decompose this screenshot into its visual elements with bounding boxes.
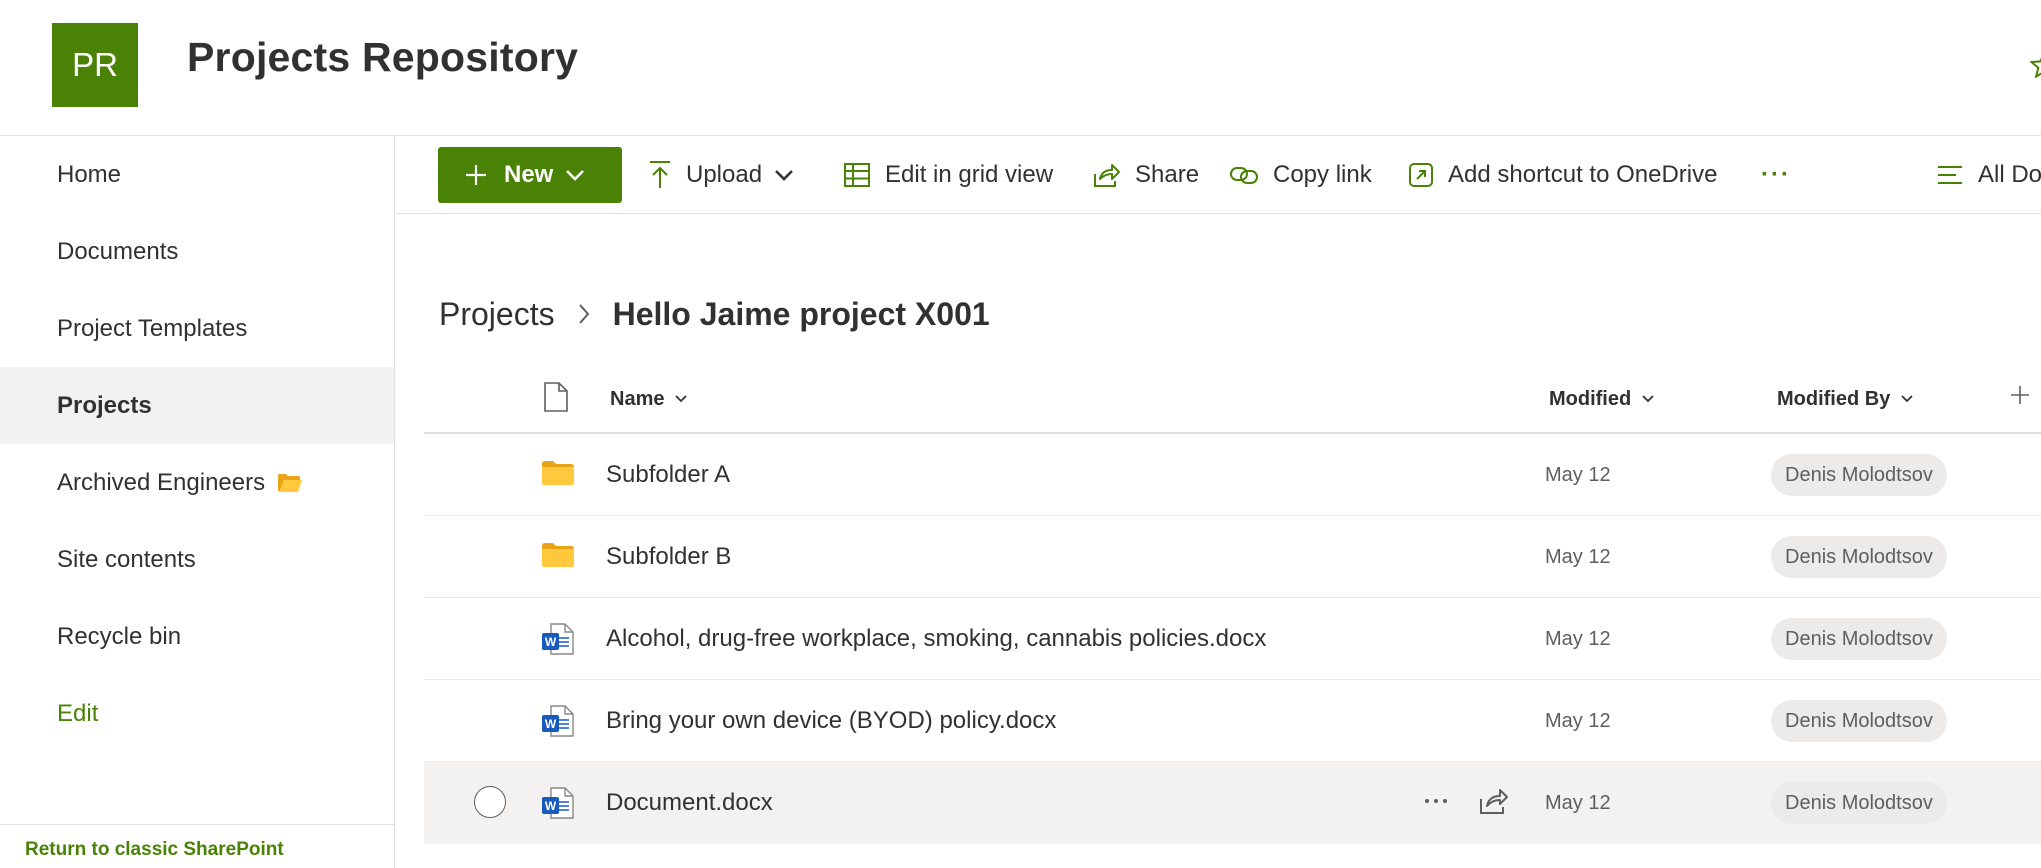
column-header-modified-label: Modified: [1549, 387, 1632, 410]
nav-item-label: Home: [57, 160, 122, 188]
svg-text:W: W: [545, 799, 557, 813]
edit-in-grid-view-button[interactable]: Edit in grid view: [843, 136, 1053, 214]
column-header-modified[interactable]: Modified: [1549, 364, 1655, 434]
chevron-down-icon: [774, 168, 794, 182]
svg-text:W: W: [545, 717, 557, 731]
view-lines-icon: [1936, 164, 1964, 186]
row-select-checkbox[interactable]: [474, 786, 506, 818]
grid-icon: [843, 161, 871, 189]
nav-item-archived-engineers[interactable]: Archived Engineers: [0, 444, 394, 521]
modified-by-persona[interactable]: Denis Molodtsov: [1771, 618, 1947, 660]
svg-text:W: W: [545, 635, 557, 649]
column-header-modified-by[interactable]: Modified By: [1777, 364, 1914, 434]
modified-by-persona[interactable]: Denis Molodtsov: [1771, 782, 1947, 824]
nav-edit-link[interactable]: Edit: [0, 675, 394, 752]
new-button-label: New: [504, 161, 554, 188]
shortcut-icon: [1408, 162, 1434, 188]
chevron-down-icon: [565, 168, 585, 182]
copy-link-button[interactable]: Copy link: [1229, 136, 1372, 214]
view-switcher-button[interactable]: All Do: [1936, 136, 2041, 214]
nav-edit-label: Edit: [57, 699, 99, 727]
list-row[interactable]: W Bring your own device (BYOD) policy.do…: [424, 680, 2041, 762]
copy-link-label: Copy link: [1273, 161, 1372, 188]
list-row[interactable]: Subfolder A May 12 Denis Molodtsov: [424, 434, 2041, 516]
file-type-column-icon[interactable]: [543, 381, 569, 418]
more-commands-button[interactable]: ···: [1761, 136, 1791, 214]
site-title[interactable]: Projects Repository: [187, 34, 578, 81]
nav-item-label: Recycle bin: [57, 622, 182, 650]
nav-footer: Return to classic SharePoint: [0, 824, 394, 868]
link-icon: [1229, 164, 1259, 186]
upload-icon: [648, 160, 672, 190]
modified-date: May 12: [1545, 627, 1611, 650]
command-bar: New Upload Edit in grid view Share Copy …: [396, 136, 2041, 214]
nav-item-label: Archived Engineers: [57, 468, 266, 496]
new-button[interactable]: New: [438, 147, 622, 203]
follow-star-icon[interactable]: [2030, 52, 2041, 78]
file-name[interactable]: Alcohol, drug-free workplace, smoking, c…: [606, 598, 1266, 680]
nav-item-home[interactable]: Home: [0, 136, 394, 213]
modified-by-persona[interactable]: Denis Molodtsov: [1771, 454, 1947, 496]
add-shortcut-to-onedrive-button[interactable]: Add shortcut to OneDrive: [1408, 136, 1717, 214]
add-column-icon[interactable]: [2009, 384, 2031, 411]
file-name[interactable]: Bring your own device (BYOD) policy.docx: [606, 680, 1056, 762]
share-button[interactable]: Share: [1091, 136, 1199, 214]
breadcrumb-parent[interactable]: Projects: [439, 296, 555, 333]
nav-item-label: Projects: [57, 391, 152, 419]
grid-view-label: Edit in grid view: [885, 161, 1054, 188]
column-header-name-label: Name: [610, 387, 665, 410]
breadcrumb: Projects Hello Jaime project X001: [439, 292, 990, 336]
more-icon: ···: [1761, 161, 1791, 188]
column-header-modified-by-label: Modified By: [1777, 387, 1891, 410]
nav-item-label: Site contents: [57, 545, 196, 573]
modified-date: May 12: [1545, 463, 1611, 486]
modified-date: May 12: [1545, 545, 1611, 568]
share-icon: [1091, 162, 1121, 188]
word-document-icon: W: [541, 786, 575, 825]
nav-item-label: Project Templates: [57, 314, 248, 342]
more-actions-icon[interactable]: [1419, 784, 1453, 823]
column-header-name[interactable]: Name: [610, 364, 688, 434]
word-document-icon: W: [541, 622, 575, 661]
chevron-right-icon: [577, 302, 591, 326]
list-row[interactable]: W Alcohol, drug-free workplace, smoking,…: [424, 598, 2041, 680]
breadcrumb-current: Hello Jaime project X001: [612, 295, 990, 332]
modified-by-persona[interactable]: Denis Molodtsov: [1771, 700, 1947, 742]
folder-emoji-icon: [277, 472, 303, 494]
site-logo[interactable]: PR: [52, 23, 138, 107]
file-name[interactable]: Subfolder B: [606, 516, 731, 598]
nav-item-documents[interactable]: Documents: [0, 213, 394, 290]
site-header: PR Projects Repository: [0, 0, 2041, 136]
chevron-down-icon: [1641, 394, 1655, 404]
upload-button[interactable]: Upload: [648, 136, 794, 214]
nav-item-project-templates[interactable]: Project Templates: [0, 290, 394, 367]
list-row[interactable]: Subfolder B May 12 Denis Molodtsov: [424, 516, 2041, 598]
view-label: All Do: [1978, 161, 2041, 188]
share-icon[interactable]: [1476, 784, 1510, 823]
file-name[interactable]: Subfolder A: [606, 434, 730, 516]
chevron-down-icon: [674, 394, 688, 404]
left-navigation: Home Documents Project Templates Project…: [0, 136, 395, 868]
shortcut-label: Add shortcut to OneDrive: [1448, 161, 1718, 188]
nav-item-site-contents[interactable]: Site contents: [0, 521, 394, 598]
nav-item-label: Documents: [57, 237, 179, 265]
list-header: Name Modified Modified By: [424, 364, 2041, 434]
nav-item-projects[interactable]: Projects: [0, 367, 394, 444]
nav-item-recycle-bin[interactable]: Recycle bin: [0, 598, 394, 675]
folder-icon: [541, 458, 575, 493]
list-row-hovered[interactable]: W Document.docx May 12 Denis Molodtsov: [424, 762, 2041, 844]
upload-label: Upload: [686, 161, 763, 188]
file-name[interactable]: Document.docx: [606, 762, 773, 844]
modified-by-persona[interactable]: Denis Molodtsov: [1771, 536, 1947, 578]
folder-icon: [541, 540, 575, 575]
word-document-icon: W: [541, 704, 575, 743]
plus-icon: [464, 163, 488, 187]
modified-date: May 12: [1545, 709, 1611, 732]
modified-date: May 12: [1545, 791, 1611, 814]
share-label: Share: [1135, 161, 1200, 188]
return-to-classic-link[interactable]: Return to classic SharePoint: [25, 839, 284, 861]
chevron-down-icon: [1900, 394, 1914, 404]
